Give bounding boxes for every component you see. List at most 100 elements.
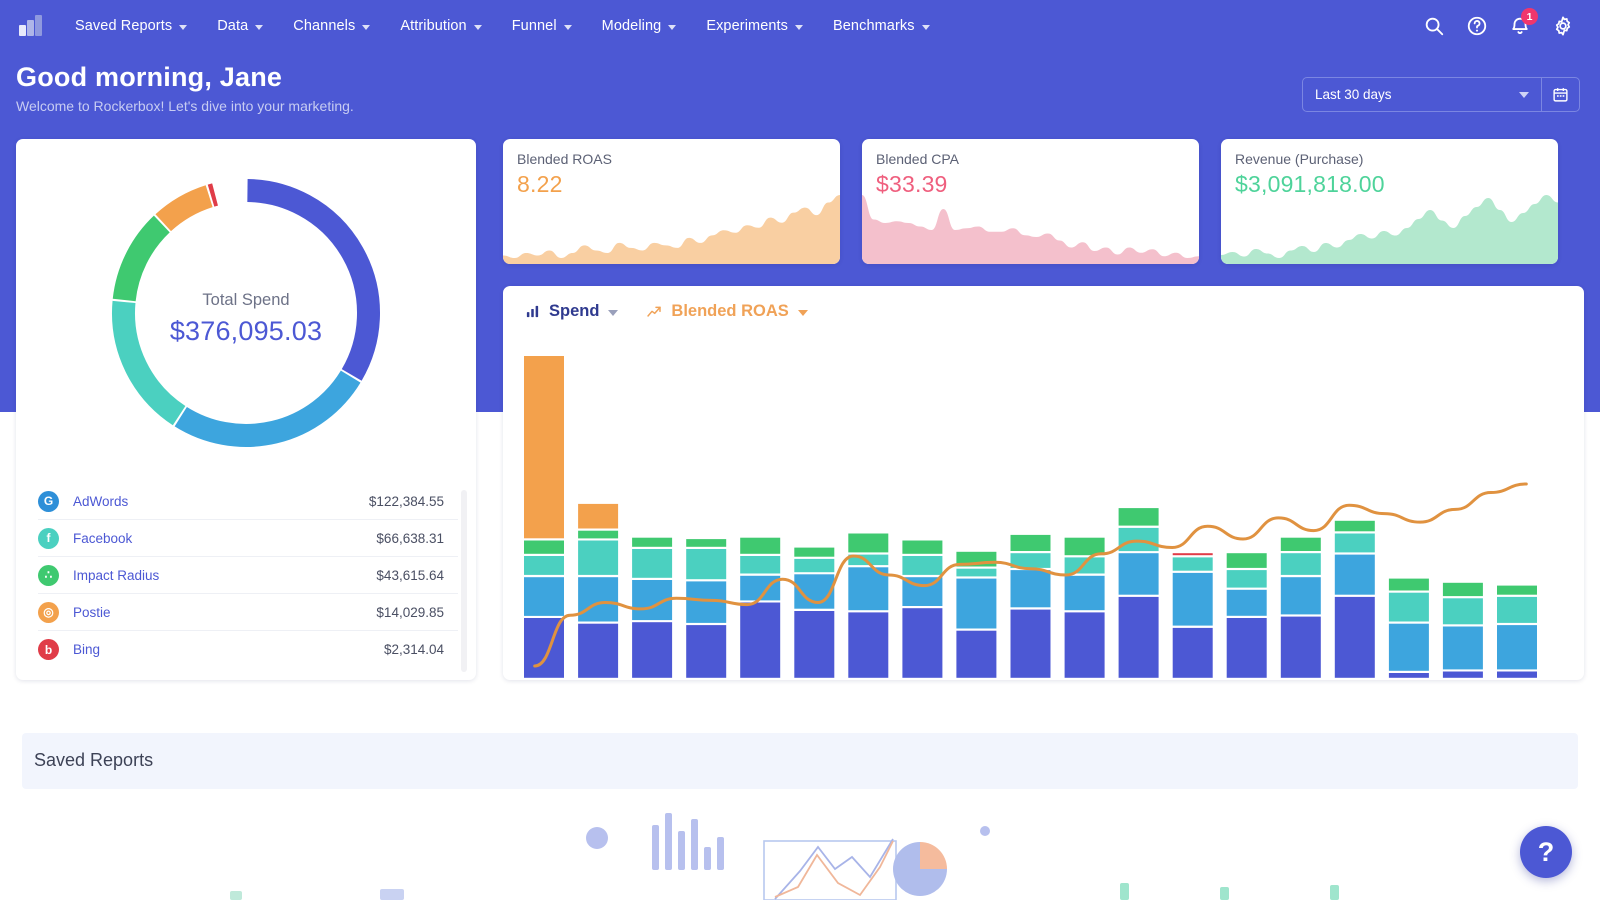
donut-slice[interactable] xyxy=(124,224,162,300)
rockerbox-logo-icon[interactable] xyxy=(18,13,44,39)
bar-segment[interactable] xyxy=(1389,579,1429,591)
bar-segment[interactable] xyxy=(1335,521,1375,532)
bar-segment[interactable] xyxy=(794,548,834,557)
kpi-blended-cpa[interactable]: Blended CPA $33.39 xyxy=(862,139,1199,264)
channel-spend-list[interactable]: G AdWords $122,384.55 f Facebook $66,638… xyxy=(16,483,476,679)
bar-segment[interactable] xyxy=(1497,672,1537,678)
bar-segment[interactable] xyxy=(1119,508,1159,525)
bar-segment[interactable] xyxy=(1227,590,1267,616)
bar-segment[interactable] xyxy=(686,549,726,579)
bar-segment[interactable] xyxy=(1011,610,1051,678)
nav-item-benchmarks[interactable]: Benchmarks xyxy=(818,12,945,40)
bar-segment[interactable] xyxy=(1335,534,1375,553)
gear-icon[interactable] xyxy=(1552,15,1574,37)
bar-segment[interactable] xyxy=(1011,570,1051,607)
bar-segment[interactable] xyxy=(686,539,726,547)
bar-segment[interactable] xyxy=(1281,538,1321,551)
bar-segment[interactable] xyxy=(956,579,996,629)
bar-segment[interactable] xyxy=(524,556,564,575)
bar-segment[interactable] xyxy=(1119,597,1159,678)
bar-segment[interactable] xyxy=(1119,553,1159,595)
kpi-revenue-purchase[interactable]: Revenue (Purchase) $3,091,818.00 xyxy=(1221,139,1558,264)
nav-item-modeling[interactable]: Modeling xyxy=(587,12,692,40)
bar-segment[interactable] xyxy=(686,625,726,678)
bar-segment[interactable] xyxy=(524,356,564,538)
bar-segment[interactable] xyxy=(1227,570,1267,588)
bar-segment[interactable] xyxy=(524,541,564,554)
bar-segment[interactable] xyxy=(902,541,942,554)
stacked-bar-chart[interactable] xyxy=(503,348,1584,680)
help-floating-button[interactable]: ? xyxy=(1520,826,1572,878)
bar-segment[interactable] xyxy=(578,531,618,539)
bar-segment[interactable] xyxy=(1497,625,1537,669)
bar-segment[interactable] xyxy=(1497,597,1537,623)
search-icon[interactable] xyxy=(1423,15,1445,37)
bar-segment[interactable] xyxy=(794,611,834,678)
bar-segment[interactable] xyxy=(956,569,996,577)
bar-segment[interactable] xyxy=(1119,528,1159,551)
list-item[interactable]: f Facebook $66,638.31 xyxy=(38,520,458,557)
bar-segment[interactable] xyxy=(1443,598,1483,624)
help-circle-icon[interactable] xyxy=(1466,15,1488,37)
nav-item-data[interactable]: Data xyxy=(202,12,278,40)
bar-segment[interactable] xyxy=(1389,593,1429,622)
list-item[interactable]: b Bing $2,314.04 xyxy=(38,631,458,668)
bar-segment[interactable] xyxy=(1173,573,1213,626)
donut-slice[interactable] xyxy=(247,191,368,375)
bar-segment[interactable] xyxy=(632,549,672,578)
bar-segment[interactable] xyxy=(794,559,834,572)
bar-segment[interactable] xyxy=(1281,577,1321,614)
calendar-icon[interactable] xyxy=(1541,78,1579,111)
bar-segment[interactable] xyxy=(1335,555,1375,595)
bar-segment[interactable] xyxy=(740,556,780,574)
bar-segment[interactable] xyxy=(1173,557,1213,570)
bar-segment[interactable] xyxy=(1065,576,1105,610)
date-range-select[interactable]: Last 30 days xyxy=(1303,78,1541,111)
tab-blended-roas[interactable]: Blended ROAS xyxy=(646,302,807,321)
bar-segment[interactable] xyxy=(740,538,780,554)
bar-segment[interactable] xyxy=(1389,624,1429,671)
bar-segment[interactable] xyxy=(1389,673,1429,678)
bar-segment[interactable] xyxy=(1497,586,1537,595)
notification-bell-icon[interactable]: 1 xyxy=(1509,15,1531,37)
bar-segment[interactable] xyxy=(848,612,888,677)
bar-segment[interactable] xyxy=(1281,553,1321,575)
bar-segment[interactable] xyxy=(848,534,888,553)
nav-item-attribution[interactable]: Attribution xyxy=(385,12,496,40)
bar-segment[interactable] xyxy=(956,631,996,678)
channel-list-scrollbar[interactable] xyxy=(461,490,467,672)
nav-item-channels[interactable]: Channels xyxy=(278,12,385,40)
bar-segment[interactable] xyxy=(1443,627,1483,670)
bar-segment[interactable] xyxy=(1227,618,1267,678)
bar-segment[interactable] xyxy=(578,504,618,529)
bar-segment[interactable] xyxy=(1335,597,1375,678)
bar-segment[interactable] xyxy=(1227,553,1267,568)
bar-segment[interactable] xyxy=(1173,628,1213,678)
bar-segment[interactable] xyxy=(1173,553,1213,555)
bar-segment[interactable] xyxy=(902,556,942,575)
bar-segment[interactable] xyxy=(740,603,780,678)
bar-segment[interactable] xyxy=(1065,612,1105,677)
bar-segment[interactable] xyxy=(1281,617,1321,678)
nav-item-experiments[interactable]: Experiments xyxy=(691,12,818,40)
bar-segment[interactable] xyxy=(632,538,672,547)
nav-item-saved-reports[interactable]: Saved Reports xyxy=(60,12,202,40)
bar-segment[interactable] xyxy=(578,624,618,678)
bar-segment[interactable] xyxy=(902,608,942,678)
bar-segment[interactable] xyxy=(632,622,672,678)
donut-slice[interactable] xyxy=(181,377,351,436)
list-item[interactable]: ◎ Postie $14,029.85 xyxy=(38,594,458,631)
bar-segment[interactable] xyxy=(1011,535,1051,551)
list-item[interactable]: ∴ Impact Radius $43,615.64 xyxy=(38,557,458,594)
kpi-blended-roas[interactable]: Blended ROAS 8.22 xyxy=(503,139,840,264)
donut-slice[interactable] xyxy=(211,194,215,195)
bar-segment[interactable] xyxy=(524,577,564,616)
list-item[interactable]: G AdWords $122,384.55 xyxy=(38,483,458,520)
tab-spend[interactable]: Spend xyxy=(525,302,618,321)
nav-item-funnel[interactable]: Funnel xyxy=(497,12,587,40)
bar-segment[interactable] xyxy=(1443,672,1483,678)
bar-segment[interactable] xyxy=(578,541,618,575)
bar-segment[interactable] xyxy=(578,577,618,621)
bar-segment[interactable] xyxy=(1443,583,1483,596)
donut-slice[interactable] xyxy=(163,196,209,223)
